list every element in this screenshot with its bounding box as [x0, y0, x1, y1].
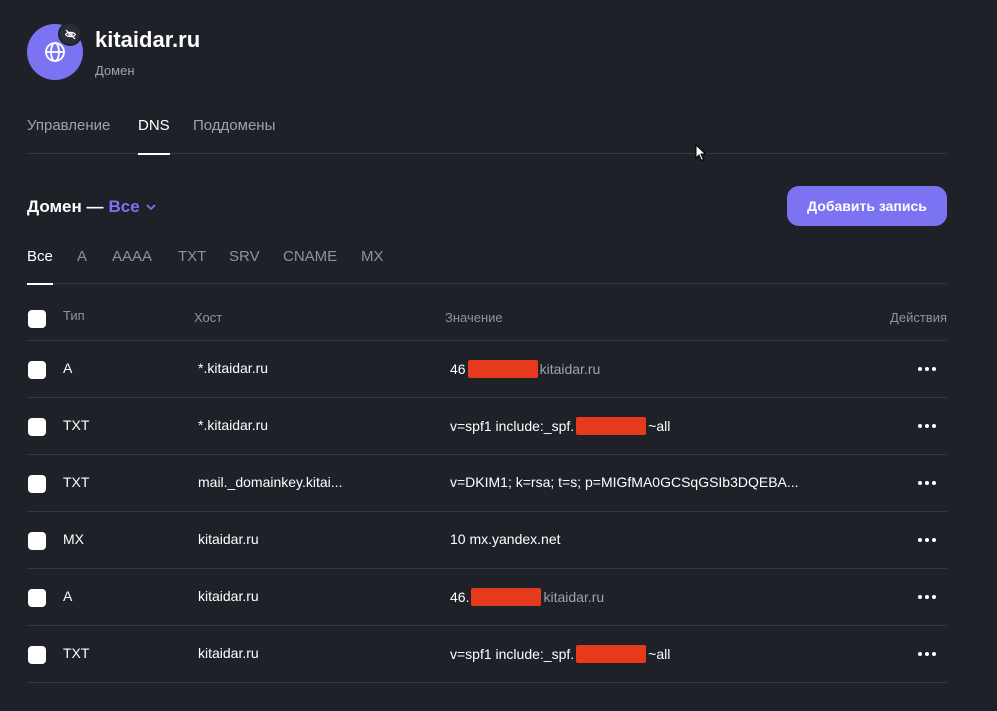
row-checkbox[interactable] [28, 532, 46, 550]
row-checkbox[interactable] [28, 589, 46, 607]
table-row: A *.kitaidar.ru 46 kitaidar.ru [27, 341, 947, 398]
table-row: Akitaidar.ru 46. kitaidar.ru [27, 569, 947, 626]
record-value-suffix: kitaidar.ru [539, 361, 601, 377]
type-filter-cname[interactable]: CNAME [283, 248, 337, 284]
chevron-down-icon [146, 204, 156, 211]
record-value: 10 mx.yandex.net [450, 531, 561, 547]
type-filter-a[interactable]: A [77, 248, 87, 284]
visibility-badge[interactable] [58, 22, 82, 46]
column-host: Хост [194, 310, 223, 325]
redaction-mark [471, 588, 542, 606]
record-value: v=DKIM1; k=rsa; t=s; p=MIGfMA0GCSqGSIb3D… [450, 474, 799, 490]
eye-off-icon [64, 29, 76, 39]
tab-dns[interactable]: DNS [138, 117, 170, 155]
record-type: A [63, 588, 73, 604]
record-value: v=spf1 include:_spf. ~all [450, 417, 670, 435]
row-checkbox[interactable] [28, 361, 46, 379]
record-host: *.kitaidar.ru [198, 360, 269, 376]
record-host: mail._domainkey.kitai... [198, 474, 343, 490]
record-value-prefix: 46 [450, 361, 466, 377]
record-filter-dropdown[interactable]: Все [109, 197, 158, 217]
column-value: Значение [445, 310, 503, 325]
row-actions-button[interactable] [915, 644, 939, 664]
row-checkbox[interactable] [28, 646, 46, 664]
record-value-prefix: 46. [450, 589, 470, 605]
tab-management[interactable]: Управление [27, 117, 110, 154]
table-row: TXT mail._domainkey.kitai... v=DKIM1; k=rs… [27, 455, 947, 512]
row-actions-button[interactable] [915, 416, 939, 436]
redaction-mark [576, 417, 647, 435]
section-title: Домен — Все [27, 197, 158, 217]
record-type: TXT [63, 645, 90, 661]
record-value-prefix: v=DKIM1; k=rsa; t=s; p=MIGfMA0GCSqGSIb3D… [450, 474, 799, 490]
record-type: TXT [63, 474, 90, 490]
type-filter-srv[interactable]: SRV [229, 248, 260, 284]
record-host: kitaidar.ru [198, 531, 259, 547]
table-row: TXT kitaidar.ru v=spf1 include:_spf. ~all [27, 626, 947, 683]
redaction-mark [576, 645, 647, 663]
table-body: A *.kitaidar.ru 46 kitaidar.ru TXT *.kitaidar… [27, 341, 947, 683]
row-actions-button[interactable] [915, 359, 939, 379]
main-tabs: Управление DNS Поддомены [27, 117, 947, 155]
record-filter-value: Все [108, 197, 140, 216]
column-type: Тип [63, 308, 85, 323]
more-horizontal-icon [918, 538, 936, 542]
type-filter-aaaa[interactable]: AAAA [112, 248, 152, 284]
domain-title: kitaidar.ru [95, 27, 201, 52]
row-actions-button[interactable] [915, 587, 939, 607]
record-value-suffix: kitaidar.ru [543, 589, 605, 605]
record-value-prefix: v=spf1 include:_spf. [450, 646, 575, 662]
row-actions-button[interactable] [915, 473, 939, 493]
row-actions-button[interactable] [915, 530, 939, 550]
record-value-suffix: ~all [648, 418, 671, 434]
record-type: A [63, 360, 73, 376]
record-value-prefix: 10 mx.yandex.net [450, 531, 561, 547]
more-horizontal-icon [918, 424, 936, 428]
redaction-mark [467, 360, 538, 378]
record-value: v=spf1 include:_spf. ~all [450, 645, 670, 663]
select-all-checkbox[interactable] [28, 310, 46, 328]
table-row: TXT *.kitaidar.ru v=spf1 include:_spf. ~all [27, 398, 947, 455]
more-horizontal-icon [918, 367, 936, 371]
record-value: 46. kitaidar.ru [450, 588, 604, 606]
record-type-filters: Все A AAAA TXT SRV CNAME MX [27, 248, 947, 285]
record-value-prefix: v=spf1 include:_spf. [450, 418, 575, 434]
table-row: MX kitaidar.ru 10 mx.yandex.net [27, 512, 947, 569]
type-filter-mx[interactable]: MX [361, 248, 384, 284]
more-horizontal-icon [918, 595, 936, 599]
record-host: kitaidar.ru [198, 588, 259, 604]
record-type: TXT [63, 417, 90, 433]
section-title-label: Домен — [27, 197, 104, 216]
more-horizontal-icon [918, 652, 936, 656]
type-filter-all[interactable]: Все [27, 248, 53, 285]
mouse-cursor-icon [695, 144, 707, 162]
dns-records-table: Тип Хост Значение Действия A *.kitaidar.r… [27, 284, 947, 683]
column-actions: Действия [890, 310, 947, 325]
more-horizontal-icon [918, 481, 936, 485]
record-host: kitaidar.ru [198, 645, 259, 661]
record-value-suffix: ~all [648, 646, 671, 662]
row-checkbox[interactable] [28, 475, 46, 493]
row-checkbox[interactable] [28, 418, 46, 436]
add-record-button[interactable]: Добавить запись [787, 186, 947, 226]
table-header: Тип Хост Значение Действия [27, 284, 947, 341]
tab-subdomains[interactable]: Поддомены [193, 117, 275, 154]
domain-subtitle: Домен [95, 63, 135, 78]
record-type: MX [63, 531, 84, 547]
type-filter-txt[interactable]: TXT [178, 248, 206, 284]
record-host: *.kitaidar.ru [198, 417, 269, 433]
record-value: 46 kitaidar.ru [450, 360, 600, 378]
